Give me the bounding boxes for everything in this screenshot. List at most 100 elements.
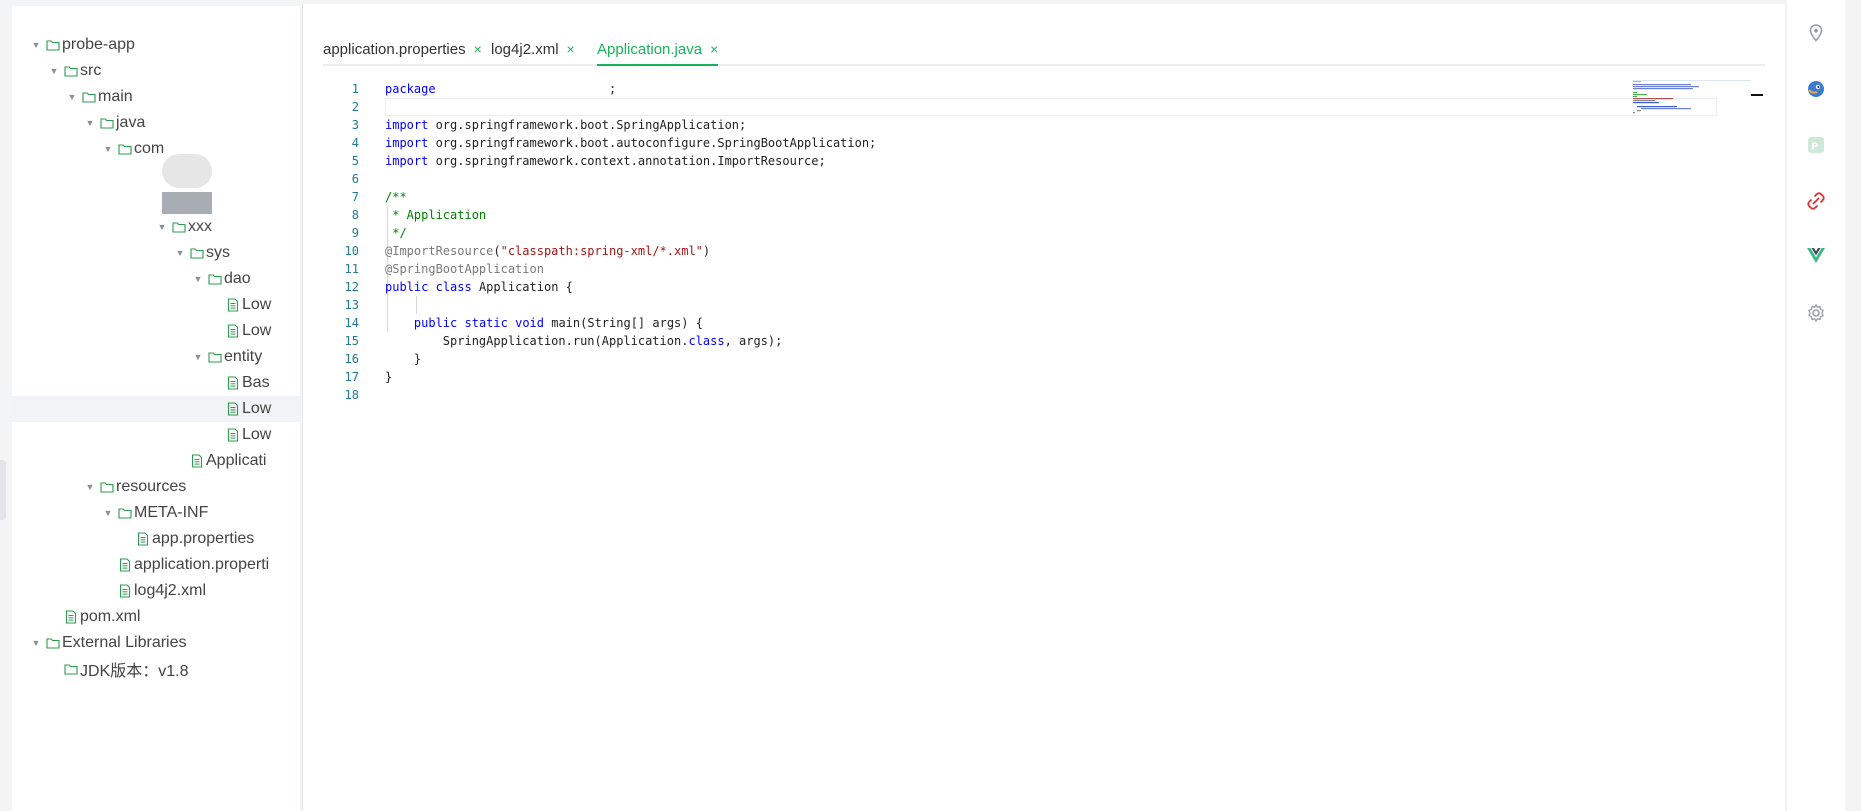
folder-icon xyxy=(46,38,60,52)
tree-file-item[interactable]: ▼ Bas xyxy=(12,370,300,396)
code-token: import xyxy=(385,136,429,150)
tree-item-label: log4j2.xml xyxy=(134,582,207,599)
line-number: 14 xyxy=(344,316,359,330)
expand-chevron-icon[interactable]: ▼ xyxy=(30,40,42,50)
tree-folder-item[interactable]: ▼ xxx xyxy=(12,214,300,240)
tree-folder-item[interactable]: ▼ External Libraries xyxy=(12,630,300,656)
tree-folder-item[interactable]: ▼ sys xyxy=(12,240,300,266)
line-number: 8 xyxy=(351,208,359,222)
tree-file-item[interactable]: ▼ application.properti xyxy=(12,552,300,578)
tree-folder-item[interactable]: ▼ com xyxy=(12,136,300,162)
expand-chevron-icon[interactable]: ▼ xyxy=(174,248,186,258)
tree-folder-item[interactable]: ▼ JDK版本：v1.8 xyxy=(12,656,300,682)
folder-icon xyxy=(64,662,78,676)
expand-chevron-icon[interactable]: ▼ xyxy=(84,482,96,492)
tree-file-item[interactable]: ▼ pom.xml xyxy=(12,604,300,630)
expand-chevron-icon[interactable]: ▼ xyxy=(192,352,204,362)
file-tree-panel: ▼ probe-app ▼ src ▼ main ▼ java ▼ com ▼ xxx ▼ sys ▼ dao… xyxy=(12,6,300,811)
line-number: 10 xyxy=(344,244,359,258)
expand-chevron-icon: ▼ xyxy=(210,404,222,414)
tree-file-item[interactable]: ▼ Low xyxy=(12,292,300,318)
line-number: 3 xyxy=(351,118,359,132)
tree-folder-item[interactable]: ▼ java xyxy=(12,110,300,136)
tree-item-label: dao xyxy=(224,270,251,287)
line-number: 13 xyxy=(344,298,359,312)
folder-icon xyxy=(208,350,222,364)
location-pin-icon[interactable] xyxy=(1805,22,1827,44)
line-number: 16 xyxy=(344,352,359,366)
slides-app-icon[interactable]: P xyxy=(1805,134,1827,156)
tree-file-item[interactable]: ▼ app.properties xyxy=(12,526,300,552)
editor-tab[interactable]: log4j2.xml × xyxy=(491,36,575,62)
file-icon xyxy=(64,610,78,624)
tree-folder-item[interactable]: ▼ META-INF xyxy=(12,500,300,526)
tree-item-label: Low xyxy=(242,400,272,417)
editor-tab[interactable]: application.properties × xyxy=(323,36,482,62)
code-token: package xyxy=(385,82,436,96)
minimap-slider[interactable] xyxy=(1633,80,1751,117)
expand-chevron-icon[interactable]: ▼ xyxy=(30,638,42,648)
expand-chevron-icon[interactable]: ▼ xyxy=(102,508,114,518)
code-token: main(String[] args) { xyxy=(544,316,703,330)
line-number: 15 xyxy=(344,334,359,348)
expand-chevron-icon: ▼ xyxy=(210,300,222,310)
code-token: Application { xyxy=(471,280,573,294)
code-token: org.springframework.boot.SpringApplicati… xyxy=(428,118,747,132)
code-token: SpringApplication.run(Application. xyxy=(385,334,689,348)
expand-chevron-icon[interactable]: ▼ xyxy=(192,274,204,284)
code-token: org.springframework.context.annotation.I… xyxy=(428,154,826,168)
code-editor[interactable]: 1 package ; 2 3 import org.springframework.b… xyxy=(323,80,1771,800)
tree-folder-item[interactable]: ▼ entity xyxy=(12,344,300,370)
expand-chevron-icon[interactable]: ▼ xyxy=(102,144,114,154)
code-token: public xyxy=(413,316,458,330)
tree-file-item[interactable]: ▼ Low xyxy=(12,318,300,344)
close-icon[interactable]: × xyxy=(474,41,482,57)
expand-chevron-icon[interactable]: ▼ xyxy=(48,66,60,76)
file-icon xyxy=(190,454,204,468)
right-toolbar: P xyxy=(1786,0,1845,811)
folder-icon xyxy=(118,506,132,520)
tree-item-label: JDK版本：v1.8 xyxy=(80,663,189,680)
tree-file-item[interactable]: ▼ Low xyxy=(12,422,300,448)
expand-chevron-icon: ▼ xyxy=(210,326,222,336)
file-icon xyxy=(226,298,240,312)
code-token: @ImportResource xyxy=(385,244,494,258)
tree-folder-item[interactable]: ▼ src xyxy=(12,58,300,84)
expand-chevron-icon[interactable]: ▼ xyxy=(48,664,60,674)
vue-logo-icon[interactable] xyxy=(1805,244,1827,266)
expand-chevron-icon[interactable]: ▼ xyxy=(84,118,96,128)
code-token: org.springframework.boot.autoconfigure.S… xyxy=(428,136,877,150)
code-token: public xyxy=(385,280,429,294)
expand-chevron-icon: ▼ xyxy=(102,560,114,570)
tree-folder-item[interactable]: ▼ resources xyxy=(12,474,300,500)
tree-folder-item[interactable]: ▼ main xyxy=(12,84,300,110)
expand-chevron-icon[interactable]: ▼ xyxy=(156,222,168,232)
code-text: @ImportResource("classpath:spring-xml/*.… xyxy=(385,242,710,260)
close-icon[interactable]: × xyxy=(567,41,575,57)
code-token: ( xyxy=(493,244,501,258)
close-icon[interactable]: × xyxy=(710,41,718,57)
tree-file-item[interactable]: ▼ Applicati xyxy=(12,448,300,474)
tree-file-item[interactable]: ▼ log4j2.xml xyxy=(12,578,300,604)
folder-icon xyxy=(100,480,114,494)
code-token: "classpath:spring-xml/*.xml" xyxy=(500,244,703,258)
settings-gear-icon[interactable] xyxy=(1805,302,1827,324)
tree-folder-item[interactable]: ▼ dao xyxy=(12,266,300,292)
code-token: } xyxy=(385,370,393,384)
line-number: 17 xyxy=(344,370,359,384)
editor-tab[interactable]: Application.java × xyxy=(597,36,719,66)
code-token: */ xyxy=(385,226,407,240)
bird-mascot-icon[interactable] xyxy=(1805,78,1827,100)
code-token: import xyxy=(385,118,429,132)
file-icon xyxy=(226,428,240,442)
tree-file-item[interactable]: ▼ Low xyxy=(12,396,300,422)
tree-item-label: Low xyxy=(242,322,272,339)
sidebar-resize-handle[interactable] xyxy=(0,460,6,520)
tree-folder-item[interactable]: ▼ probe-app xyxy=(12,32,300,58)
expand-chevron-icon[interactable]: ▼ xyxy=(66,92,78,102)
link-tool-icon[interactable] xyxy=(1805,190,1827,212)
code-token: ) xyxy=(702,244,711,258)
folder-icon xyxy=(82,90,96,104)
